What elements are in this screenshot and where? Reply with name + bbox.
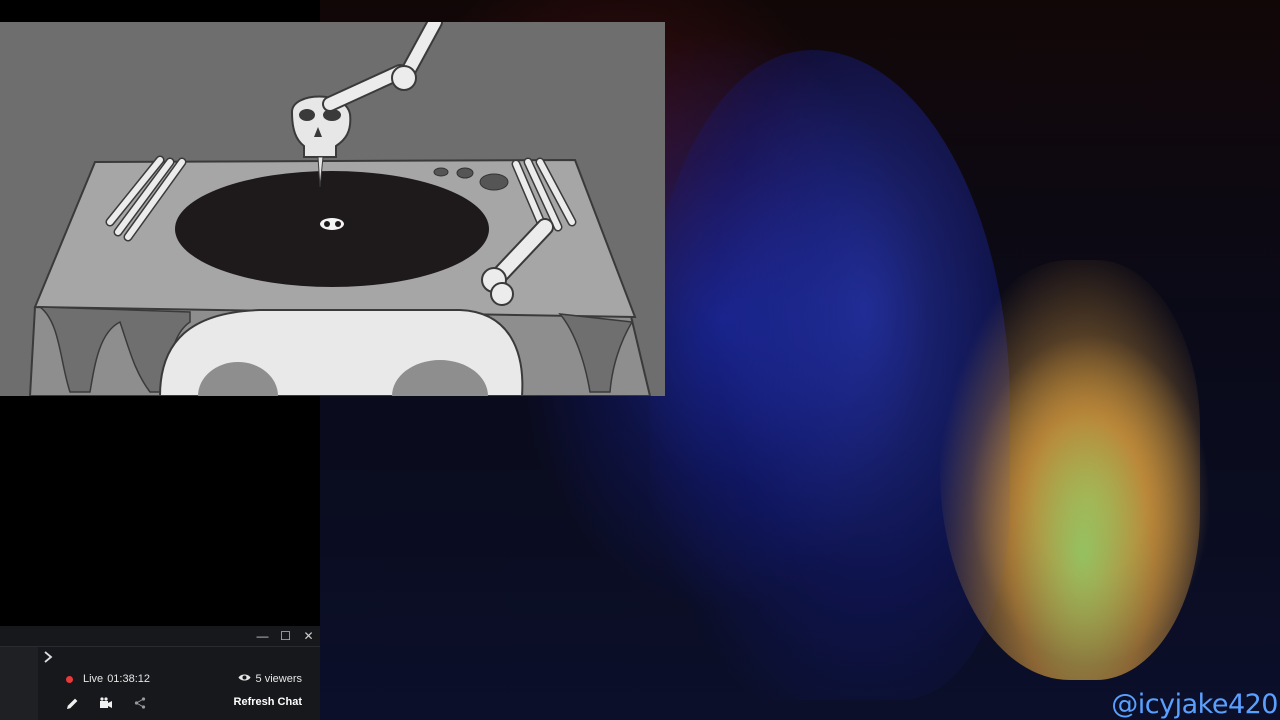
pencil-icon[interactable]: [62, 694, 82, 712]
maximize-button[interactable]: ☐: [274, 626, 297, 646]
live-dot-icon: [66, 675, 73, 683]
eye-icon: [238, 673, 251, 685]
video-player[interactable]: [0, 22, 665, 396]
skeleton-dj-illustration: [0, 22, 665, 396]
camera-icon[interactable]: [96, 694, 116, 712]
minimize-button[interactable]: —: [251, 626, 274, 646]
stream-canvas: — ☐ ✕ Live 01:38:12 5 viewers Refresh Ch…: [0, 0, 1280, 720]
viewer-count: 5 viewers: [238, 673, 302, 685]
webcam-face-glow: [940, 260, 1200, 680]
live-label: Live: [83, 673, 104, 685]
close-button[interactable]: ✕: [297, 626, 320, 646]
stream-duration: 01:38:12: [107, 673, 151, 685]
widget-titlebar: — ☐ ✕: [0, 626, 320, 647]
streamer-handle-watermark: @icyjake420: [1111, 689, 1278, 720]
refresh-chat-button[interactable]: Refresh Chat: [234, 696, 302, 708]
share-icon[interactable]: [130, 694, 150, 712]
live-status: Live 01:38:12: [66, 673, 150, 685]
viewers-label: 5 viewers: [255, 673, 302, 685]
chevron-right-icon[interactable]: [40, 649, 56, 665]
widget-toolbar: [62, 694, 150, 712]
stream-chat-widget: — ☐ ✕ Live 01:38:12 5 viewers Refresh Ch…: [0, 626, 320, 720]
widget-side-pane: [0, 647, 38, 720]
